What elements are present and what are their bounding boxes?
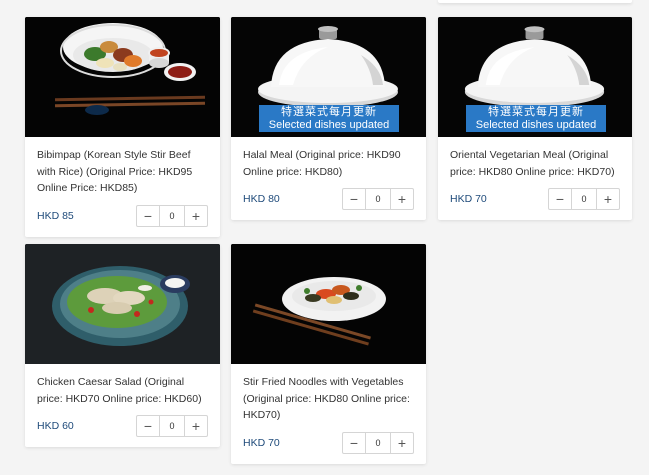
product-card: Chicken Caesar Salad (Original price: HK… [25, 244, 220, 447]
quantity-stepper: − + [136, 204, 208, 227]
promo-banner-zh: 特選菜式每月更新 [488, 106, 584, 118]
product-price: HKD 60 [37, 420, 74, 432]
increment-button[interactable]: + [597, 189, 619, 209]
noodles-photo[interactable] [231, 244, 426, 364]
product-card: 特選菜式每月更新 Selected dishes updated Halal M… [231, 17, 426, 220]
product-price: HKD 70 [450, 193, 487, 205]
promo-banner-en: Selected dishes updated [268, 118, 390, 131]
product-card: Stir Fried Noodles with Vegetables (Orig… [231, 244, 426, 464]
product-title: Bibimpap (Korean Style Stir Beef with Ri… [37, 149, 193, 194]
decrement-button[interactable]: − [343, 433, 365, 453]
increment-button[interactable]: + [185, 206, 207, 226]
quantity-input[interactable] [571, 189, 597, 209]
quantity-input[interactable] [365, 189, 391, 209]
quantity-input[interactable] [159, 205, 185, 226]
increment-button[interactable]: + [391, 433, 413, 453]
quantity-input[interactable] [159, 416, 185, 436]
decrement-button[interactable]: − [549, 189, 571, 209]
decrement-button[interactable]: − [343, 189, 365, 209]
increment-button[interactable]: + [185, 416, 207, 436]
product-price: HKD 85 [37, 209, 74, 222]
product-title: Oriental Vegetarian Meal (Original price… [450, 149, 615, 178]
salad-image [25, 244, 220, 364]
quantity-stepper: − + [342, 431, 414, 454]
decrement-button[interactable]: − [137, 206, 159, 226]
quantity-stepper: − + [136, 415, 208, 437]
promo-banner-zh: 特選菜式每月更新 [281, 106, 377, 118]
product-title: Halal Meal (Original price: HKD90 Online… [243, 149, 401, 178]
promo-banner: 特選菜式每月更新 Selected dishes updated [466, 105, 606, 132]
product-card: 特選菜式每月更新 Selected dishes updated Orienta… [438, 17, 632, 220]
quantity-input[interactable] [365, 432, 391, 453]
cloche-photo[interactable]: 特選菜式每月更新 Selected dishes updated [231, 17, 426, 137]
product-title: Stir Fried Noodles with Vegetables (Orig… [243, 376, 410, 421]
promo-banner: 特選菜式每月更新 Selected dishes updated [259, 105, 399, 132]
salad-photo[interactable] [25, 244, 220, 364]
product-title: Chicken Caesar Salad (Original price: HK… [37, 376, 202, 405]
quantity-stepper: − + [342, 188, 414, 210]
decrement-button[interactable]: − [137, 416, 159, 436]
product-card-partial [438, 0, 632, 3]
promo-banner-en: Selected dishes updated [475, 118, 597, 131]
bibimbap-photo[interactable] [25, 17, 220, 137]
product-price: HKD 70 [243, 436, 280, 449]
cloche-photo[interactable]: 特選菜式每月更新 Selected dishes updated [438, 17, 632, 137]
noodles-image [231, 244, 426, 364]
product-card: Bibimpap (Korean Style Stir Beef with Ri… [25, 17, 220, 237]
bibimbap-image [25, 17, 220, 137]
quantity-stepper: − + [548, 188, 620, 210]
product-price: HKD 80 [243, 193, 280, 205]
increment-button[interactable]: + [391, 189, 413, 209]
